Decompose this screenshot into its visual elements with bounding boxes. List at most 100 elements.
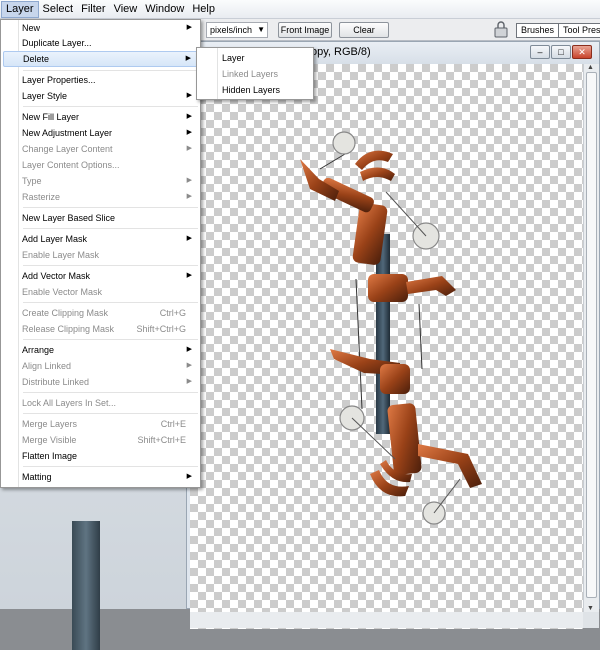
clear-button[interactable]: Clear [339, 22, 389, 38]
menu-separator [23, 228, 198, 229]
submenu-item-hidden-layers[interactable]: Hidden Layers [199, 82, 311, 98]
image-canvas[interactable] [190, 64, 583, 629]
menu-item-delete[interactable]: Delete ▶ [3, 51, 198, 67]
menu-item-new-fill-layer[interactable]: New Fill Layer ▶ [3, 109, 198, 125]
menu-item-rasterize[interactable]: Rasterize ▶ [3, 189, 198, 205]
vertical-scrollbar[interactable]: ▲ ▼ [583, 64, 599, 612]
scrollbar-thumb[interactable] [586, 72, 597, 598]
horizontal-scrollbar[interactable] [190, 612, 583, 628]
menu-item-layer-content-options[interactable]: Layer Content Options... [3, 157, 198, 173]
menu-item-label: Layer Style [22, 91, 68, 101]
menu-item-enable-layer-mask[interactable]: Enable Layer Mask [3, 247, 198, 263]
submenu-arrow-icon: ▶ [186, 473, 192, 480]
menu-item-new-adjustment-layer[interactable]: New Adjustment Layer ▶ [3, 125, 198, 141]
menu-item-align-linked[interactable]: Align Linked ▶ [3, 358, 198, 374]
menu-item-add-vector-mask[interactable]: Add Vector Mask ▶ [3, 268, 198, 284]
menu-item-change-layer-content[interactable]: Change Layer Content ▶ [3, 141, 198, 157]
menu-view[interactable]: View [110, 1, 142, 18]
menu-item-duplicate-layer[interactable]: Duplicate Layer... [3, 35, 198, 51]
menu-item-create-clipping-mask[interactable]: Create Clipping Mask Ctrl+G [3, 305, 198, 321]
delete-submenu: Layer Linked Layers Hidden Layers [196, 47, 314, 100]
menu-item-label: New Adjustment Layer [22, 128, 113, 138]
submenu-arrow-icon: ▶ [186, 129, 192, 136]
menu-item-arrange[interactable]: Arrange ▶ [3, 342, 198, 358]
menu-item-label: Merge Visible [22, 435, 77, 445]
document-window: opy, RGB/8) – □ ✕ ▲ ▼ [186, 41, 600, 629]
resize-grip[interactable] [583, 612, 599, 628]
menu-item-label: Align Linked [22, 361, 72, 371]
menu-item-label: Arrange [22, 345, 55, 355]
submenu-arrow-icon: ▶ [186, 362, 192, 369]
maximize-icon[interactable]: □ [551, 45, 571, 59]
menu-window[interactable]: Window [141, 1, 188, 18]
robotic-bow-artwork [300, 131, 482, 525]
menu-item-label: Rasterize [22, 192, 61, 202]
chevron-down-icon: ▼ [257, 25, 265, 34]
menu-bar: Layer Select Filter View Window Help [0, 0, 600, 19]
menu-item-label: Layer Properties... [22, 75, 96, 85]
menu-separator [23, 466, 198, 467]
minimize-icon[interactable]: – [530, 45, 550, 59]
front-image-button[interactable]: Front Image [278, 22, 332, 38]
menu-item-label: Add Layer Mask [22, 234, 88, 244]
close-icon[interactable]: ✕ [572, 45, 592, 59]
menu-select[interactable]: Select [39, 1, 78, 18]
menu-item-add-layer-mask[interactable]: Add Layer Mask ▶ [3, 231, 198, 247]
submenu-arrow-icon: ▶ [185, 55, 191, 62]
menu-layer[interactable]: Layer [1, 0, 39, 18]
menu-separator [23, 339, 198, 340]
menu-item-layer-properties[interactable]: Layer Properties... [3, 72, 198, 88]
menu-item-new-layer-based-slice[interactable]: New Layer Based Slice [3, 210, 198, 226]
menu-item-type[interactable]: Type ▶ [3, 173, 198, 189]
menu-item-label: New Fill Layer [22, 112, 80, 122]
tab-tool-presets[interactable]: Tool Presets [558, 23, 600, 38]
menu-item-shortcut: Shift+Ctrl+E [137, 435, 186, 445]
menu-help[interactable]: Help [188, 1, 219, 18]
palette-well-icon[interactable] [493, 21, 509, 39]
resolution-unit-select[interactable]: pixels/inch ▼ [206, 22, 268, 38]
menu-item-release-clipping-mask[interactable]: Release Clipping Mask Shift+Ctrl+G [3, 321, 198, 337]
menu-item-matting[interactable]: Matting ▶ [3, 469, 198, 485]
menu-item-label: Type [22, 176, 42, 186]
menu-separator [23, 265, 198, 266]
menu-separator [23, 302, 198, 303]
menu-item-label: Matting [22, 472, 52, 482]
menu-item-flatten-image[interactable]: Flatten Image [3, 448, 198, 464]
menu-item-distribute-linked[interactable]: Distribute Linked ▶ [3, 374, 198, 390]
menu-item-merge-layers[interactable]: Merge Layers Ctrl+E [3, 416, 198, 432]
menu-filter[interactable]: Filter [77, 1, 109, 18]
menu-item-label: Distribute Linked [22, 377, 90, 387]
submenu-item-linked-layers[interactable]: Linked Layers [199, 66, 311, 82]
menu-item-shortcut: Ctrl+E [160, 419, 186, 429]
menu-item-label: Create Clipping Mask [22, 308, 109, 318]
menu-separator [23, 70, 198, 71]
menu-item-label: New [22, 23, 41, 33]
submenu-item-layer[interactable]: Layer [199, 50, 311, 66]
submenu-arrow-icon: ▶ [186, 346, 192, 353]
menu-item-enable-vector-mask[interactable]: Enable Vector Mask [3, 284, 198, 300]
submenu-arrow-icon: ▶ [186, 272, 192, 279]
menu-item-label: Release Clipping Mask [22, 324, 115, 334]
menu-item-label: Lock All Layers In Set... [22, 398, 117, 408]
menu-item-label: Duplicate Layer... [22, 38, 92, 48]
menu-item-label: Change Layer Content [22, 144, 113, 154]
menu-item-label: Add Vector Mask [22, 271, 91, 281]
menu-separator [23, 413, 198, 414]
menu-item-label: Delete [23, 54, 50, 64]
menu-item-new[interactable]: New ▶ [3, 20, 198, 36]
menu-item-layer-style[interactable]: Layer Style ▶ [3, 88, 198, 104]
menu-separator [23, 207, 198, 208]
menu-item-lock-all-layers[interactable]: Lock All Layers In Set... [3, 395, 198, 411]
menu-item-label: Enable Layer Mask [22, 250, 100, 260]
submenu-arrow-icon: ▶ [186, 24, 192, 31]
tab-brushes[interactable]: Brushes [516, 23, 560, 38]
pole-image [72, 521, 100, 650]
menu-item-label: Layer Content Options... [22, 160, 120, 170]
submenu-arrow-icon: ▶ [186, 378, 192, 385]
menu-item-label: Enable Vector Mask [22, 287, 103, 297]
menu-item-merge-visible[interactable]: Merge Visible Shift+Ctrl+E [3, 432, 198, 448]
submenu-arrow-icon: ▶ [186, 145, 192, 152]
menu-separator [23, 106, 198, 107]
resolution-unit-value: pixels/inch [210, 25, 253, 35]
scroll-up-icon[interactable]: ▲ [587, 64, 594, 71]
